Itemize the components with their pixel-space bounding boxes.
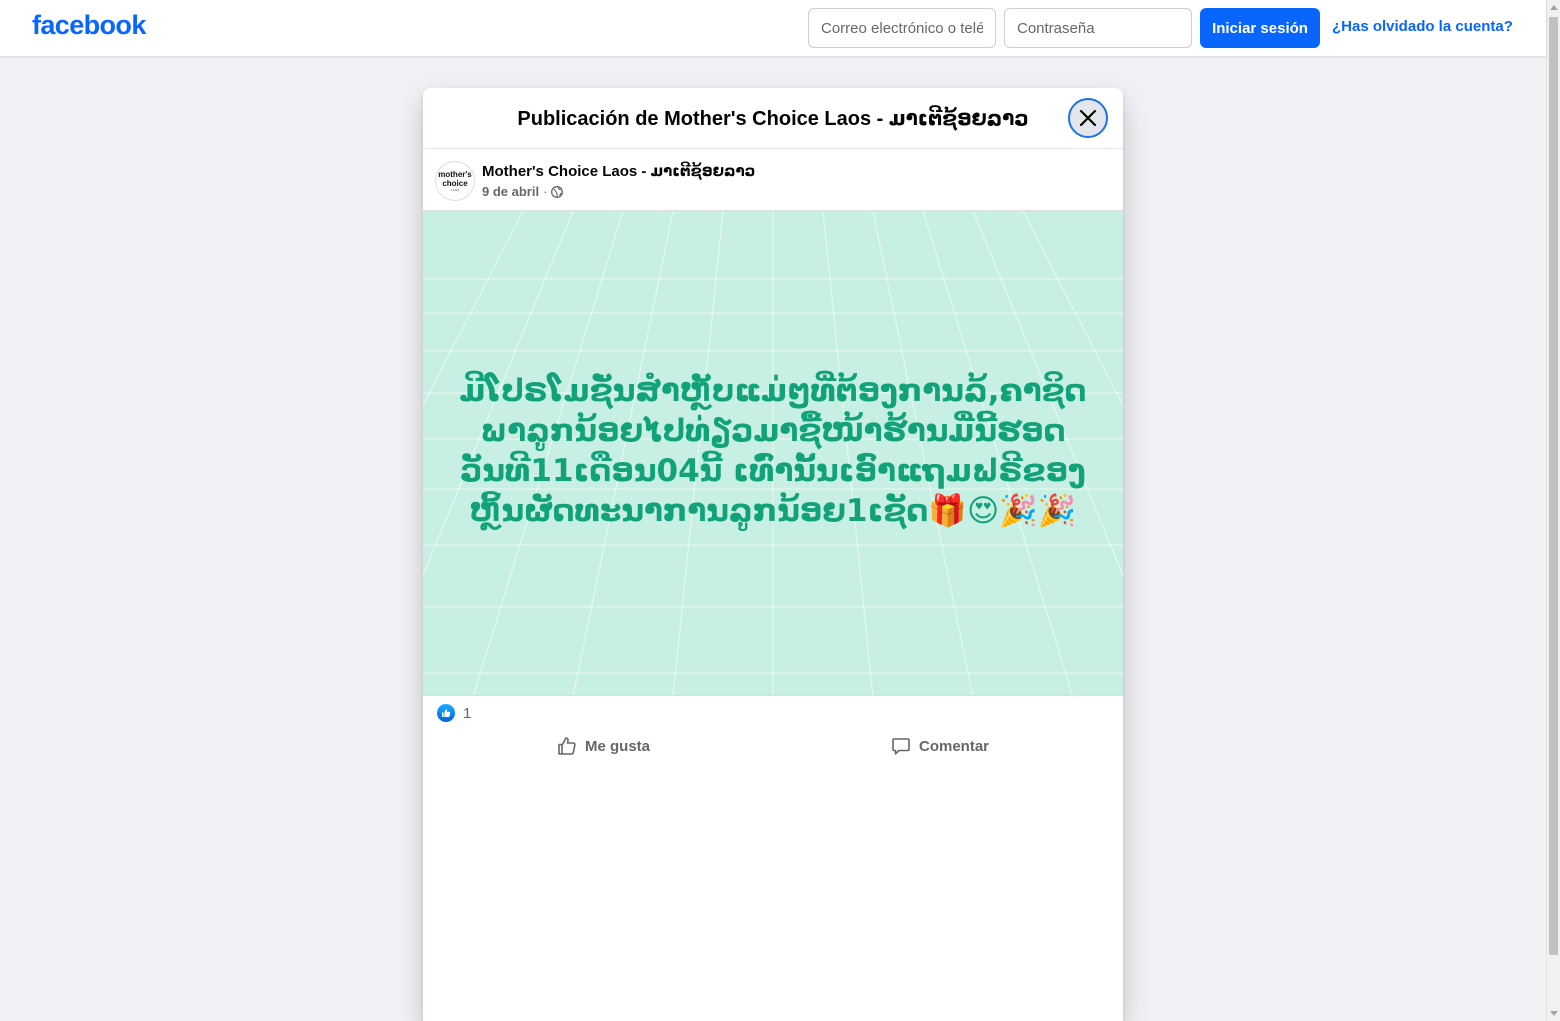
scroll-thumb[interactable]	[1549, 17, 1558, 955]
login-button[interactable]: Iniciar sesión	[1200, 8, 1320, 48]
avatar-line-3: LAOS	[450, 187, 460, 192]
page-scrollbar[interactable]	[1546, 0, 1560, 1021]
avatar[interactable]: mother's choice LAOS	[435, 161, 475, 201]
avatar-line-2: choice	[442, 178, 468, 188]
facebook-logo[interactable]: facebook	[32, 10, 146, 41]
page-name-link[interactable]: Mother's Choice Laos - ມາເຕີຊ້ອຍລາວ	[482, 162, 755, 180]
post-image-text: ມີໂປຣໂມຊັ່ນສຳຫຼັບແມ່ໆທີ່ຕ້ອງການລ້,ຄາຊິດພ…	[459, 373, 1087, 529]
globe-icon	[551, 185, 564, 198]
post-image[interactable]: ມີໂປຣໂມຊັ່ນສຳຫຼັບແມ່ໆທີ່ຕ້ອງການລ້,ຄາຊິດພ…	[423, 210, 1123, 696]
modal-title: Publicación de Mother's Choice Laos - ມາ…	[517, 107, 1029, 130]
scroll-up-arrow-icon[interactable]	[1550, 5, 1558, 10]
post-date[interactable]: 9 de abril	[482, 184, 539, 199]
like-button[interactable]: Me gusta	[557, 728, 650, 764]
email-field[interactable]	[808, 8, 996, 48]
comment-bubble-icon	[892, 738, 910, 755]
like-reaction-icon	[437, 704, 455, 722]
post-modal: Publicación de Mother's Choice Laos - ມາ…	[423, 88, 1123, 1021]
close-icon	[1079, 109, 1097, 127]
post-actions: Me gusta Comentar	[423, 728, 1123, 764]
forgot-account-link[interactable]: ¿Has olvidado la cuenta?	[1332, 18, 1513, 35]
post-header: mother's choice LAOS Mother's Choice Lao…	[423, 149, 1123, 210]
reaction-count: 1	[463, 704, 472, 722]
close-button[interactable]	[1068, 98, 1108, 138]
comment-label: Comentar	[919, 737, 990, 755]
top-bar: facebook Iniciar sesión ¿Has olvidado la…	[0, 0, 1546, 56]
meta-separator: ·	[543, 184, 548, 199]
scroll-down-arrow-icon[interactable]	[1550, 1011, 1558, 1016]
modal-header: Publicación de Mother's Choice Laos - ມາ…	[423, 88, 1123, 149]
comment-button[interactable]: Comentar	[891, 728, 989, 764]
password-field[interactable]	[1004, 8, 1192, 48]
reactions-summary[interactable]: 1	[437, 704, 471, 722]
avatar-line-1: mother's	[438, 169, 472, 179]
like-label: Me gusta	[585, 737, 651, 755]
thumbs-up-icon	[558, 737, 576, 755]
post-meta: 9 de abril ·	[482, 184, 564, 199]
